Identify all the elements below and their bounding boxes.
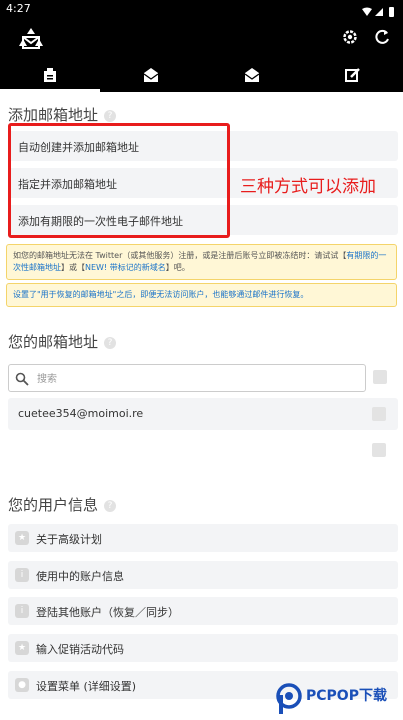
search-box — [8, 364, 366, 392]
add-address-title: 添加邮箱地址? — [8, 104, 117, 125]
search-icon — [15, 371, 29, 390]
info-icon: i — [15, 604, 29, 618]
help-icon[interactable]: ? — [104, 500, 117, 512]
settings-gear-icon[interactable] — [341, 28, 359, 50]
help-icon[interactable]: ? — [104, 110, 117, 122]
notice-recovery: 设置了"用于恢复的邮箱地址"之后，即便无法访问账户，也能够通过邮件进行恢复。 — [6, 283, 397, 307]
link-recovery-setting[interactable]: 设置了"用于恢复的邮箱地址"之后，即便无法访问账户，也能够通过邮件进行恢复。 — [13, 290, 308, 299]
status-bar: 4:27 — [0, 0, 403, 20]
annotation-highlight-box — [8, 123, 230, 238]
annotation-text: 三种方式可以添加 — [240, 177, 376, 197]
your-addresses-title: 您的邮箱地址? — [8, 331, 117, 352]
help-icon[interactable]: ? — [104, 337, 117, 349]
tab-mailbox-manage[interactable] — [0, 60, 100, 92]
watermark: PCPOP下载 — [276, 683, 387, 719]
login-other-account-item[interactable]: i 登陆其他账户（恢复／同步） — [8, 597, 398, 625]
bulk-action-checkbox[interactable] — [372, 443, 386, 457]
notice-twitter: 如您的邮箱地址无法在 Twitter（或其他服务）注册，或是注册后账号立即被冻结… — [6, 244, 397, 280]
compose-edit-icon — [345, 68, 360, 82]
premium-plan-item[interactable]: ★ 关于高级计划 — [8, 524, 398, 552]
search-input[interactable] — [35, 369, 359, 389]
app-bar — [0, 20, 403, 60]
inbox-mail-icon — [143, 68, 159, 82]
status-time: 4:27 — [6, 2, 31, 15]
account-info-item[interactable]: i 使用中的账户信息 — [8, 561, 398, 589]
email-checkbox[interactable] — [372, 407, 386, 421]
star-icon: ★ — [15, 531, 29, 545]
tab-bar — [0, 60, 403, 92]
info-icon: i — [15, 568, 29, 582]
tab-compose[interactable] — [303, 60, 403, 92]
watermark-brand: PCPOP下载 — [306, 688, 387, 704]
email-list-item[interactable]: cuetee354@moimoi.re — [8, 398, 398, 430]
link-new-domain[interactable]: NEW! 带标记的新域名 — [85, 263, 166, 272]
settings-icon: ● — [15, 678, 29, 692]
refresh-icon[interactable] — [374, 28, 390, 50]
star-icon: ★ — [15, 641, 29, 655]
wifi-signal-battery-icon — [362, 7, 394, 17]
app-logo-icon — [16, 26, 46, 58]
mailbox-manage-icon — [44, 68, 56, 82]
active-tab-indicator — [0, 89, 100, 92]
tab-open-mail[interactable] — [202, 60, 302, 92]
open-mail-icon — [244, 68, 260, 82]
user-info-title: 您的用户信息? — [8, 494, 117, 515]
pcpop-logo-icon — [276, 683, 302, 714]
select-all-checkbox[interactable] — [373, 370, 387, 384]
promo-code-item[interactable]: ★ 输入促销活动代码 — [8, 634, 398, 662]
tab-inbox[interactable] — [101, 60, 201, 92]
